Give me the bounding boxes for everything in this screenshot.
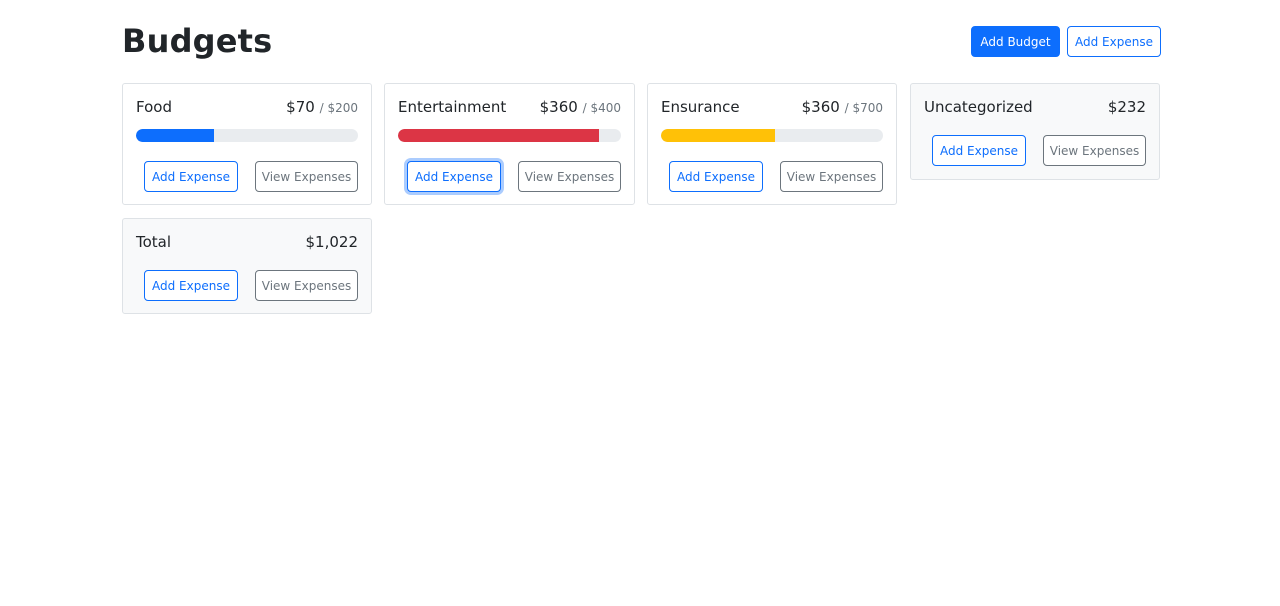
budget-progress-fill <box>398 129 599 142</box>
budget-amount: $70 / $200 <box>286 98 358 116</box>
total-card: Total $1,022 Add Expense View Expenses <box>122 218 372 314</box>
card-actions: Add Expense View Expenses <box>144 161 358 192</box>
budget-progress-bar <box>661 129 883 142</box>
budget-progress-fill <box>136 129 214 142</box>
card-actions: Add Expense View Expenses <box>144 270 358 301</box>
budget-spent: $70 <box>286 98 315 116</box>
view-expenses-button[interactable]: View Expenses <box>255 161 358 192</box>
budget-card-entertainment: Entertainment $360 / $400 Add Expense Vi… <box>384 83 635 205</box>
card-header: Entertainment $360 / $400 <box>398 98 621 116</box>
add-expense-button[interactable]: Add Expense <box>1067 26 1161 57</box>
budget-card-food: Food $70 / $200 Add Expense View Expense… <box>122 83 372 205</box>
budget-card-uncategorized: Uncategorized $232 Add Expense View Expe… <box>910 83 1160 180</box>
budget-name: Entertainment <box>398 98 507 116</box>
budget-max: / $400 <box>582 101 621 115</box>
add-expense-button[interactable]: Add Expense <box>407 161 501 192</box>
page-title: Budgets <box>122 22 273 60</box>
add-expense-button[interactable]: Add Expense <box>669 161 763 192</box>
total-label: Total <box>136 233 172 251</box>
budget-progress-bar <box>398 129 621 142</box>
add-expense-button[interactable]: Add Expense <box>144 270 238 301</box>
add-budget-button[interactable]: Add Budget <box>971 26 1060 57</box>
budget-amount: $360 / $400 <box>540 98 621 116</box>
budget-name: Food <box>136 98 172 116</box>
view-expenses-button[interactable]: View Expenses <box>255 270 358 301</box>
budget-progress-bar <box>136 129 358 142</box>
budget-amount: $232 <box>1107 98 1146 116</box>
budget-max: / $200 <box>319 101 358 115</box>
card-actions: Add Expense View Expenses <box>407 161 621 192</box>
card-actions: Add Expense View Expenses <box>932 135 1146 166</box>
add-expense-button[interactable]: Add Expense <box>144 161 238 192</box>
card-header: Total $1,022 <box>136 233 358 251</box>
budget-amount: $360 / $700 <box>802 98 883 116</box>
view-expenses-button[interactable]: View Expenses <box>1043 135 1146 166</box>
budget-spent: $360 <box>539 98 578 116</box>
add-expense-button[interactable]: Add Expense <box>932 135 1026 166</box>
budget-name: Uncategorized <box>924 98 1033 116</box>
total-amount: $1,022 <box>305 233 359 251</box>
card-actions: Add Expense View Expenses <box>669 161 883 192</box>
header-actions: Add Budget Add Expense <box>971 26 1161 57</box>
budget-progress-fill <box>661 129 776 142</box>
view-expenses-button[interactable]: View Expenses <box>780 161 883 192</box>
budget-name: Ensurance <box>661 98 740 116</box>
card-header: Ensurance $360 / $700 <box>661 98 883 116</box>
card-header: Food $70 / $200 <box>136 98 358 116</box>
budget-card-ensurance: Ensurance $360 / $700 Add Expense View E… <box>647 83 897 205</box>
card-header: Uncategorized $232 <box>924 98 1146 116</box>
budget-max: / $700 <box>844 101 883 115</box>
view-expenses-button[interactable]: View Expenses <box>518 161 621 192</box>
budget-spent: $360 <box>801 98 840 116</box>
